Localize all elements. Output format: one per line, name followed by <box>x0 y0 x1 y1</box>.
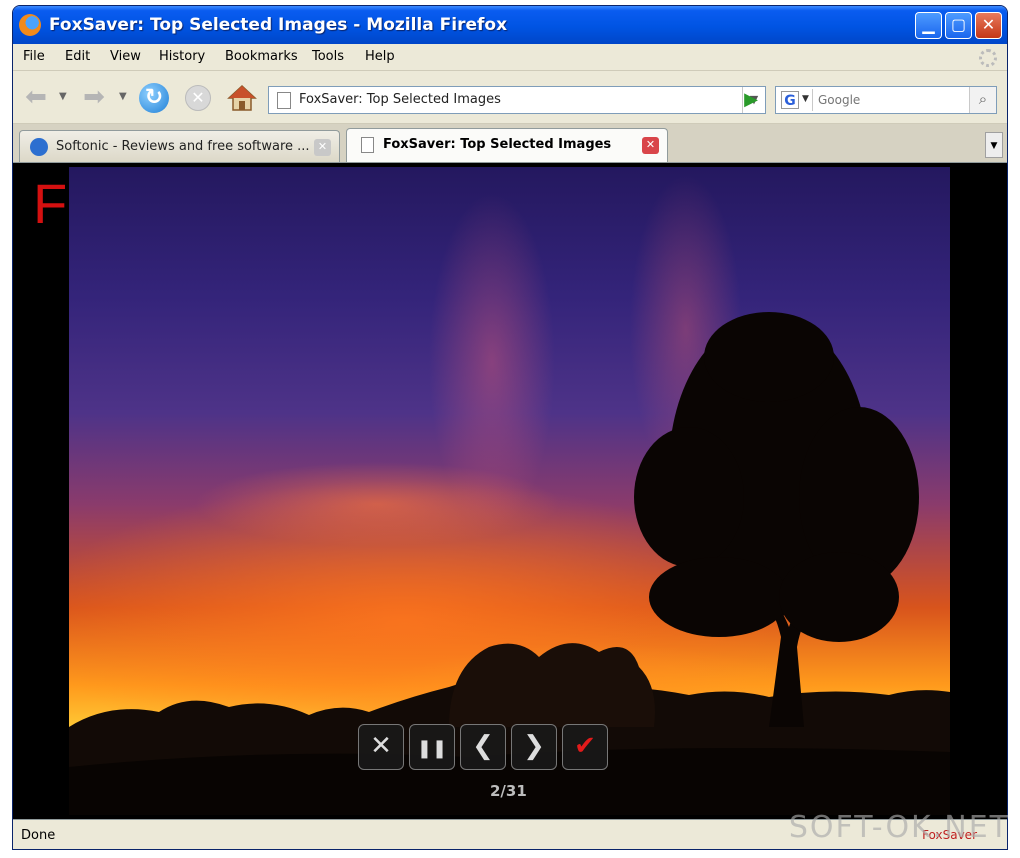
maximize-icon: ▢ <box>950 15 967 34</box>
stop-button[interactable]: ✕ <box>185 85 211 111</box>
minimize-button[interactable]: ▁ <box>915 12 942 39</box>
minimize-icon: ▁ <box>922 15 935 34</box>
menu-tools[interactable]: Tools <box>312 49 344 64</box>
x-icon: ✕ <box>370 731 392 761</box>
window-title: FoxSaver: Top Selected Images - Mozilla … <box>49 15 508 35</box>
forward-button[interactable]: ➡ <box>79 83 109 113</box>
menu-help[interactable]: Help <box>365 49 395 64</box>
check-icon: ✔ <box>574 731 596 761</box>
forward-history-dropdown[interactable]: ▼ <box>119 91 127 102</box>
chevron-down-icon: ▼ <box>802 94 809 104</box>
slideshow-previous-button[interactable]: ❮ <box>460 724 506 770</box>
browser-window: FoxSaver: Top Selected Images - Mozilla … <box>12 5 1008 850</box>
back-arrow-icon: ⬅ <box>25 82 47 112</box>
page-icon <box>361 137 374 153</box>
slideshow-select-button[interactable]: ✔ <box>562 724 608 770</box>
google-icon: G <box>781 91 799 109</box>
slideshow-image <box>69 167 950 815</box>
tab-foxsaver[interactable]: FoxSaver: Top Selected Images ✕ <box>346 128 668 162</box>
stop-icon: ✕ <box>191 88 205 107</box>
slide-counter: 2/31 <box>490 782 527 800</box>
back-button[interactable]: ⬅ <box>21 83 51 113</box>
tab-label: FoxSaver: Top Selected Images <box>383 137 612 152</box>
address-text[interactable]: FoxSaver: Top Selected Images <box>299 92 501 107</box>
tab-list-button[interactable]: ▼ <box>985 132 1003 158</box>
reload-button[interactable]: ↻ <box>139 83 169 113</box>
close-icon: ✕ <box>981 15 996 34</box>
tab-close-button[interactable]: ✕ <box>314 139 331 156</box>
go-arrow-icon: ▶ <box>744 89 758 110</box>
menu-view[interactable]: View <box>110 49 141 64</box>
search-button[interactable]: ⌕ <box>969 87 996 113</box>
menu-history[interactable]: History <box>159 49 205 64</box>
magnifier-icon: ⌕ <box>978 90 988 108</box>
menu-bookmarks[interactable]: Bookmarks <box>225 49 298 64</box>
home-icon <box>227 84 257 111</box>
home-button[interactable] <box>227 83 257 113</box>
maximize-button[interactable]: ▢ <box>945 12 972 39</box>
chevron-down-icon: ▼ <box>990 141 998 151</box>
tab-label: Softonic - Reviews and free software ... <box>56 139 310 154</box>
reload-icon: ↻ <box>144 85 164 110</box>
tab-softonic[interactable]: Softonic - Reviews and free software ...… <box>19 130 340 162</box>
menu-bar: File Edit View History Bookmarks Tools H… <box>13 44 1007 71</box>
close-icon: ✕ <box>317 140 328 153</box>
watermark: SOFT-OK.NET <box>788 810 1010 845</box>
page-icon <box>277 92 291 109</box>
search-bar[interactable]: G ▼ ⌕ <box>775 86 997 114</box>
search-engine-selector[interactable]: G ▼ <box>778 89 813 111</box>
throbber-icon <box>979 49 997 67</box>
slideshow-viewer: Fo ✕ ❚❚ ❮ ❯ ✔ 2/31 <box>13 163 1007 819</box>
go-button[interactable]: ▶ <box>737 86 765 114</box>
pause-icon: ❚❚ <box>416 738 448 759</box>
status-text: Done <box>21 828 56 843</box>
search-input[interactable] <box>818 90 958 110</box>
tab-bar: Softonic - Reviews and free software ...… <box>13 124 1007 163</box>
chevron-left-icon: ❮ <box>472 731 494 761</box>
softonic-icon <box>30 138 48 156</box>
back-history-dropdown[interactable]: ▼ <box>59 91 67 102</box>
title-bar[interactable]: FoxSaver: Top Selected Images - Mozilla … <box>13 6 1007 44</box>
menu-edit[interactable]: Edit <box>65 49 90 64</box>
address-bar[interactable]: FoxSaver: Top Selected Images ▼ <box>268 86 766 114</box>
menu-file[interactable]: File <box>23 49 45 64</box>
sunset-tree-silhouette <box>69 312 950 815</box>
navigation-toolbar: ⬅ ▼ ➡ ▼ ↻ ✕ FoxSaver: Top Selected Image… <box>13 71 1007 124</box>
slideshow-pause-button[interactable]: ❚❚ <box>409 724 455 770</box>
firefox-icon <box>19 14 41 36</box>
close-window-button[interactable]: ✕ <box>975 12 1002 39</box>
slideshow-close-button[interactable]: ✕ <box>358 724 404 770</box>
forward-arrow-icon: ➡ <box>83 82 105 112</box>
slideshow-next-button[interactable]: ❯ <box>511 724 557 770</box>
chevron-right-icon: ❯ <box>523 731 545 761</box>
tab-close-button[interactable]: ✕ <box>642 137 659 154</box>
close-icon: ✕ <box>645 138 656 151</box>
